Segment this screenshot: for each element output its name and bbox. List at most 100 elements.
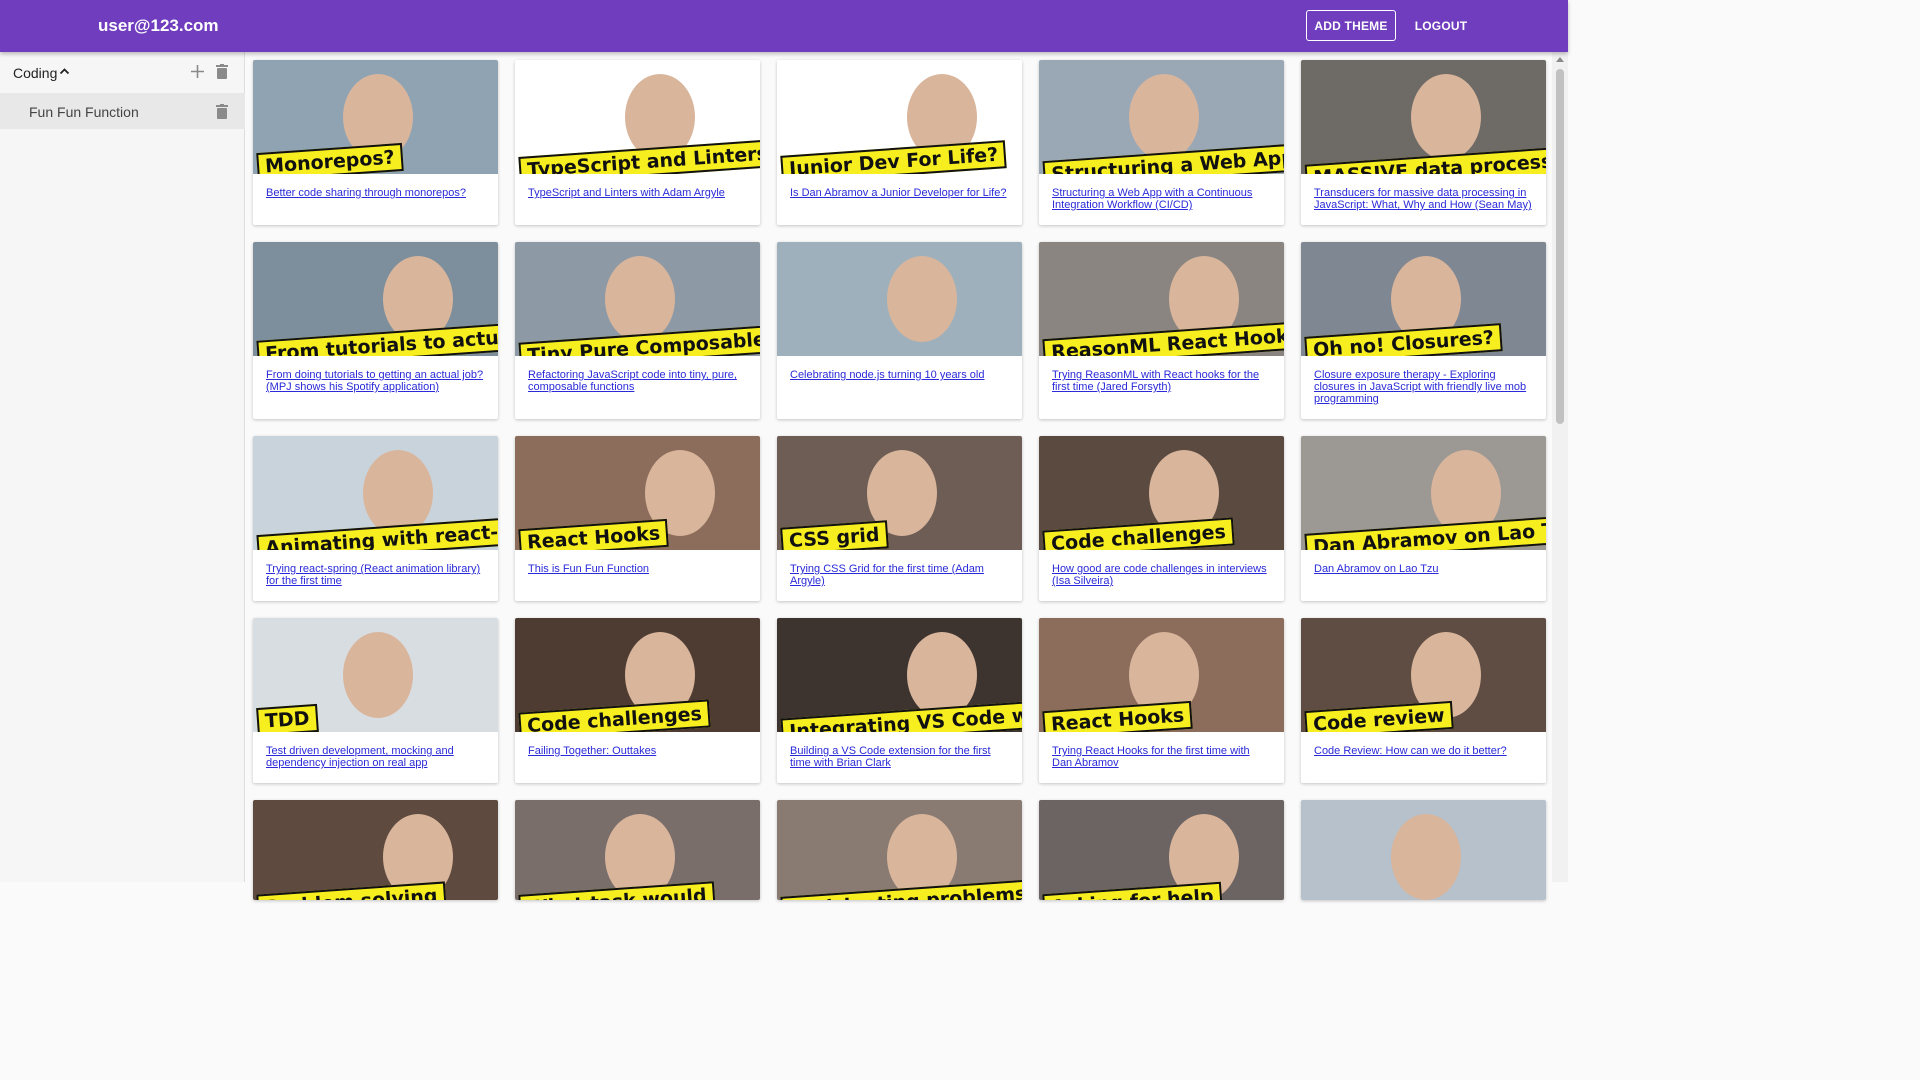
video-thumbnail[interactable]: CSS grid bbox=[777, 436, 1022, 550]
video-thumbnail[interactable]: TypeScript and Linters bbox=[515, 60, 760, 174]
video-card[interactable]: Problem solving bbox=[253, 800, 498, 900]
delete-item-icon[interactable] bbox=[216, 104, 228, 119]
video-grid: Monorepos? Better code sharing through mo… bbox=[253, 60, 1546, 900]
thumbnail-caption: Problem solving bbox=[256, 881, 447, 900]
video-card[interactable]: MASSIVE data processing with Transducers… bbox=[1301, 60, 1546, 225]
video-thumbnail[interactable]: Oh no! Closures? bbox=[1301, 242, 1546, 356]
video-card[interactable]: Structuring a Web App with CI/CDStructur… bbox=[1039, 60, 1284, 225]
video-title-link[interactable]: From doing tutorials to getting an actua… bbox=[253, 356, 498, 401]
video-title-link[interactable]: Celebrating node.js turning 10 years old bbox=[777, 356, 1022, 389]
video-title-link[interactable]: How good are code challenges in intervie… bbox=[1039, 550, 1284, 595]
scrollbar-thumb[interactable] bbox=[1556, 69, 1564, 424]
thumbnail-caption: Junior Dev For Life? bbox=[780, 140, 1008, 174]
video-card[interactable]: TDD Test driven development, mocking and … bbox=[253, 618, 498, 783]
thumbnail-caption: React Hooks bbox=[1042, 700, 1194, 732]
delete-theme-icon[interactable] bbox=[216, 64, 228, 79]
video-card[interactable]: Code challenges How good are code challen… bbox=[1039, 436, 1284, 601]
video-thumbnail[interactable]: React Hooks bbox=[1039, 618, 1284, 732]
video-card[interactable]: Dan Abramov on Lao Tzu Dan Abramov on Lao… bbox=[1301, 436, 1546, 601]
video-thumbnail[interactable]: Monorepos? bbox=[253, 60, 498, 174]
video-card[interactable]: What task would bbox=[515, 800, 760, 900]
video-title-link[interactable]: Failing Together: Outtakes bbox=[515, 732, 760, 765]
video-card[interactable]: Code challenges Failing Together: Outtake… bbox=[515, 618, 760, 783]
video-thumbnail[interactable]: Junior Dev For Life? bbox=[777, 60, 1022, 174]
video-thumbnail[interactable]: Code review bbox=[1301, 618, 1546, 732]
add-theme-button[interactable]: ADD THEME bbox=[1306, 10, 1396, 41]
video-card[interactable]: Tiny Pure Composable FunctionsRefactorin… bbox=[515, 242, 760, 419]
video-title-link[interactable]: Closure exposure therapy - Exploring clo… bbox=[1301, 356, 1546, 413]
video-title-link[interactable]: Trying CSS Grid for the first time (Adam… bbox=[777, 550, 1022, 595]
theme-name: Coding bbox=[13, 65, 58, 81]
video-title-link[interactable]: Building a VS Code extension for the fir… bbox=[777, 732, 1022, 777]
video-title-link[interactable]: Is Dan Abramov a Junior Developer for Li… bbox=[777, 174, 1022, 207]
theme-row-coding[interactable]: Coding bbox=[0, 52, 245, 92]
thumbnail-caption: From tutorials to actual job bbox=[256, 319, 498, 356]
video-thumbnail[interactable]: Integrating VS Code with Twitch bbox=[777, 618, 1022, 732]
video-card[interactable]: Asking for help bbox=[1039, 800, 1284, 900]
thumbnail-caption: TDD bbox=[256, 703, 319, 732]
thumbnail-caption: Code challenges bbox=[518, 699, 711, 732]
thumbnail-caption: Monorepos? bbox=[256, 142, 404, 174]
video-card[interactable]: CSS grid Trying CSS Grid for the first ti… bbox=[777, 436, 1022, 601]
video-thumbnail[interactable]: Dan Abramov on Lao Tzu bbox=[1301, 436, 1546, 550]
video-card[interactable] bbox=[1301, 800, 1546, 900]
video-thumbnail[interactable] bbox=[1301, 800, 1546, 900]
video-card[interactable]: Animating with react-spring Trying react-… bbox=[253, 436, 498, 601]
video-thumbnail[interactable]: From tutorials to actual job bbox=[253, 242, 498, 356]
page-scrollbar[interactable] bbox=[1552, 52, 1568, 882]
video-thumbnail[interactable]: Structuring a Web App with CI/CD bbox=[1039, 60, 1284, 174]
video-card[interactable]: Integrating VS Code with TwitchBuilding … bbox=[777, 618, 1022, 783]
thumbnail-caption: Code review bbox=[1304, 700, 1454, 732]
video-thumbnail[interactable]: Tiny Pure Composable Functions bbox=[515, 242, 760, 356]
video-card[interactable]: TypeScript and Linters TypeScript and Lin… bbox=[515, 60, 760, 225]
video-thumbnail[interactable]: MASSIVE data processing with Transducers bbox=[1301, 60, 1546, 174]
video-card[interactable]: Celebrating node.js turning 10 years old bbox=[777, 242, 1022, 419]
video-title-link[interactable]: Trying ReasonML with React hooks for the… bbox=[1039, 356, 1284, 401]
video-title-link[interactable]: Structuring a Web App with a Continuous … bbox=[1039, 174, 1284, 219]
video-title-link[interactable]: Test driven development, mocking and dep… bbox=[253, 732, 498, 777]
presenter-image bbox=[1129, 74, 1199, 160]
video-card[interactable]: Junior Dev For Life? Is Dan Abramov a Jun… bbox=[777, 60, 1022, 225]
video-title-link[interactable]: Dan Abramov on Lao Tzu bbox=[1301, 550, 1546, 583]
video-title-link[interactable]: Transducers for massive data processing … bbox=[1301, 174, 1546, 219]
video-thumbnail[interactable]: TDD bbox=[253, 618, 498, 732]
video-title-link[interactable]: TypeScript and Linters with Adam Argyle bbox=[515, 174, 760, 207]
video-thumbnail[interactable]: React Hooks bbox=[515, 436, 760, 550]
sidebar-item-label: Fun Fun Function bbox=[29, 104, 139, 120]
scroll-up-arrow-icon[interactable] bbox=[1556, 57, 1564, 62]
thumbnail-caption: Code challenges bbox=[1042, 517, 1235, 550]
video-card[interactable]: Anticipating problems bbox=[777, 800, 1022, 900]
logout-button[interactable]: LOGOUT bbox=[1408, 10, 1474, 41]
video-title-link[interactable]: Trying react-spring (React animation lib… bbox=[253, 550, 498, 595]
video-title-link[interactable]: Better code sharing through monorepos? bbox=[253, 174, 498, 207]
video-thumbnail[interactable]: Animating with react-spring bbox=[253, 436, 498, 550]
video-card[interactable]: ReasonML React Hooks Trying ReasonML with… bbox=[1039, 242, 1284, 419]
video-title-link[interactable]: Refactoring JavaScript code into tiny, p… bbox=[515, 356, 760, 401]
presenter-image bbox=[1391, 814, 1461, 900]
video-title-link[interactable]: This is Fun Fun Function bbox=[515, 550, 760, 583]
presenter-image bbox=[343, 632, 413, 718]
sidebar-item-fun-fun-function[interactable]: Fun Fun Function bbox=[0, 93, 245, 129]
video-thumbnail[interactable]: ReasonML React Hooks bbox=[1039, 242, 1284, 356]
video-card[interactable]: React Hooks This is Fun Fun Function bbox=[515, 436, 760, 601]
thumbnail-caption: ReasonML React Hooks bbox=[1042, 320, 1284, 356]
video-thumbnail[interactable]: Anticipating problems bbox=[777, 800, 1022, 900]
video-card[interactable]: From tutorials to actual jobFrom doing t… bbox=[253, 242, 498, 419]
video-thumbnail[interactable]: Code challenges bbox=[1039, 436, 1284, 550]
video-card[interactable]: Oh no! Closures? Closure exposure therapy… bbox=[1301, 242, 1546, 419]
video-thumbnail[interactable]: Asking for help bbox=[1039, 800, 1284, 900]
video-thumbnail[interactable]: What task would bbox=[515, 800, 760, 900]
video-title-link[interactable]: Trying React Hooks for the first time wi… bbox=[1039, 732, 1284, 777]
video-card[interactable]: React Hooks Trying React Hooks for the fi… bbox=[1039, 618, 1284, 783]
chevron-up-icon[interactable] bbox=[59, 66, 70, 77]
user-email: user@123.com bbox=[98, 16, 219, 35]
add-item-icon[interactable] bbox=[190, 64, 205, 79]
video-title-link[interactable]: Code Review: How can we do it better? bbox=[1301, 732, 1546, 765]
video-card[interactable]: Monorepos? Better code sharing through mo… bbox=[253, 60, 498, 225]
video-card[interactable]: Code review Code Review: How can we do it… bbox=[1301, 618, 1546, 783]
thumbnail-caption: Dan Abramov on Lao Tzu bbox=[1304, 514, 1546, 550]
video-thumbnail[interactable] bbox=[777, 242, 1022, 356]
video-thumbnail[interactable]: Code challenges bbox=[515, 618, 760, 732]
thumbnail-caption: Asking for help bbox=[1042, 881, 1223, 900]
video-thumbnail[interactable]: Problem solving bbox=[253, 800, 498, 900]
